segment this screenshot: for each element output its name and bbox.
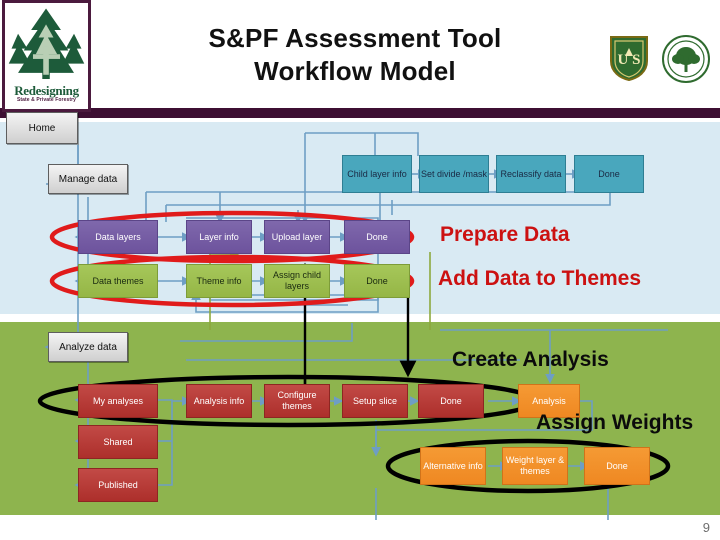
node-setup-slice[interactable]: Setup slice <box>342 384 408 418</box>
page-title-line2: Workflow Model <box>254 56 456 86</box>
node-done-assign-child-layers[interactable]: Done <box>344 264 410 298</box>
page-number: 9 <box>702 520 710 535</box>
node-child-layer-info[interactable]: Child layer info <box>342 155 412 193</box>
node-set-divide-mask[interactable]: Set divide /mask <box>419 155 489 193</box>
node-home[interactable]: Home <box>6 112 78 144</box>
node-done-upload-layer[interactable]: Done <box>344 220 410 254</box>
node-manage-data[interactable]: Manage data <box>48 164 128 194</box>
node-upload-layer[interactable]: Upload layer <box>264 220 330 254</box>
node-analyze-data[interactable]: Analyze data <box>48 332 128 362</box>
annotation-create-analysis: Create Analysis <box>452 348 609 371</box>
node-published[interactable]: Published <box>78 468 158 502</box>
node-analysis-info[interactable]: Analysis info <box>186 384 252 418</box>
page-title: S&PF Assessment Tool Workflow Model <box>120 22 590 88</box>
node-data-themes[interactable]: Data themes <box>78 264 158 298</box>
node-assign-child-layers[interactable]: Assign child layers <box>264 264 330 298</box>
annotation-prepare-data: Prepare Data <box>440 223 570 246</box>
node-alternative-info[interactable]: Alternative info <box>420 447 486 485</box>
annotation-add-data-to-themes: Add Data to Themes <box>438 267 642 290</box>
page-title-line1: S&PF Assessment Tool <box>208 23 502 53</box>
redesigning-logo: Redesigning State & Private Forestry <box>2 0 91 112</box>
node-configure-themes[interactable]: Configure themes <box>264 384 330 418</box>
usda-forest-service-shield-icon: U S <box>610 36 648 82</box>
node-shared[interactable]: Shared <box>78 425 158 459</box>
slide-canvas: Redesigning State & Private Forestry S&P… <box>0 0 720 540</box>
node-done-setup-slice[interactable]: Done <box>418 384 484 418</box>
node-done-weights[interactable]: Done <box>584 447 650 485</box>
node-my-analyses[interactable]: My analyses <box>78 384 158 418</box>
logo-wordmark-primary: Redesigning <box>14 83 79 98</box>
node-layer-info[interactable]: Layer info <box>186 220 252 254</box>
node-data-layers[interactable]: Data layers <box>78 220 158 254</box>
node-weight-layer-themes[interactable]: Weight layer & themes <box>502 447 568 485</box>
pine-tree-icon <box>5 5 88 83</box>
logo-wordmark: Redesigning State & Private Forestry <box>5 79 88 109</box>
node-theme-info[interactable]: Theme info <box>186 264 252 298</box>
logo-wordmark-secondary: State & Private Forestry <box>16 97 77 103</box>
header-divider-bar <box>0 108 720 118</box>
node-reclassify-data[interactable]: Reclassify data <box>496 155 566 193</box>
state-foresters-seal-icon <box>662 35 710 83</box>
node-done-reclassify[interactable]: Done <box>574 155 644 193</box>
annotation-assign-weights: Assign Weights <box>536 411 694 434</box>
